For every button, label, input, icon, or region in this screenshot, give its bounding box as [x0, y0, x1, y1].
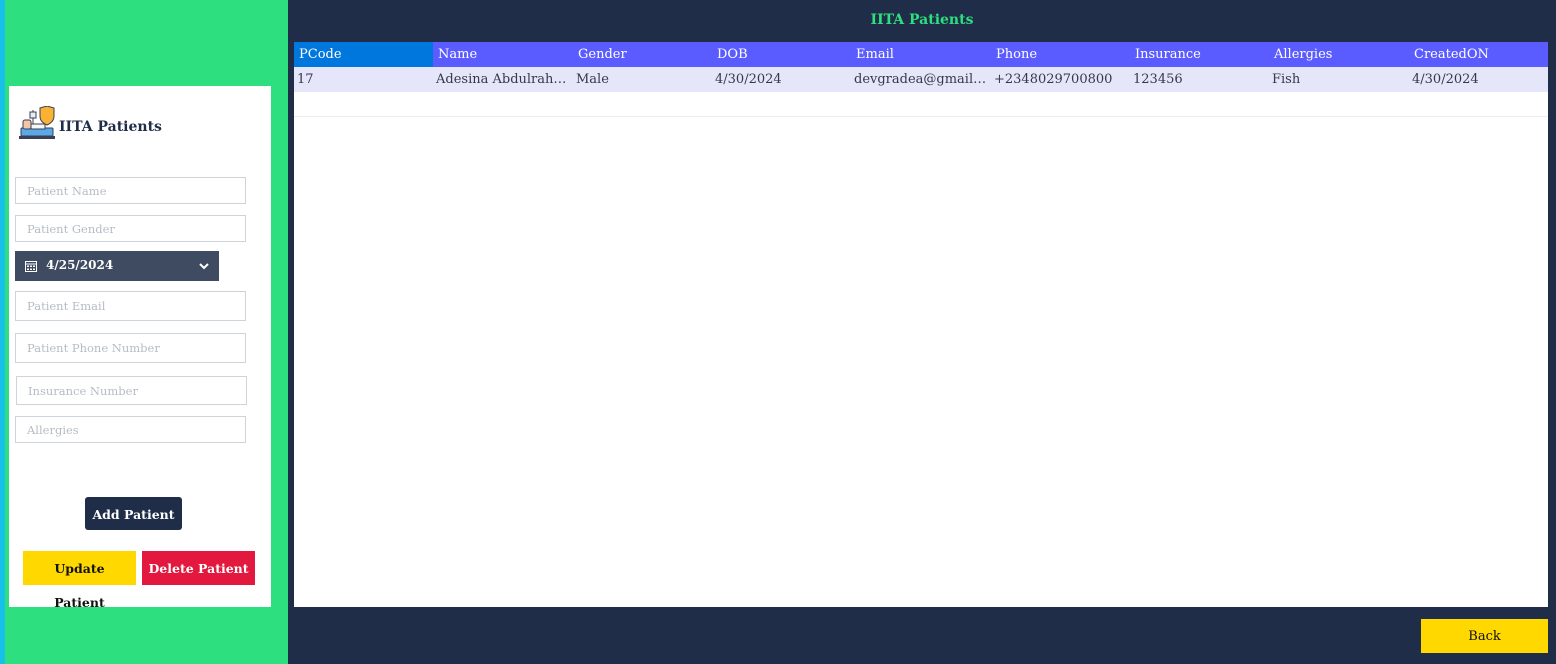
column-header-email[interactable]: Email — [851, 42, 991, 67]
dob-date-picker[interactable]: 4/25/2024 — [15, 251, 219, 281]
patient-phone-input[interactable] — [15, 333, 246, 363]
cell-phone[interactable]: +2348029700800 — [991, 67, 1130, 92]
patient-name-input[interactable] — [15, 177, 246, 204]
cell-createdon[interactable]: 4/30/2024 — [1409, 67, 1548, 92]
update-patient-button[interactable]: Update Patient — [23, 551, 136, 610]
patient-bed-shield-icon — [19, 106, 55, 139]
column-header-pcode[interactable]: PCode — [294, 42, 433, 67]
table-header: PCode Name Gender DOB Email Phone Insura… — [294, 42, 1548, 67]
page-title: IITA Patients — [870, 12, 974, 28]
column-header-createdon[interactable]: CreatedON — [1409, 42, 1548, 67]
brand-title: IITA Patients — [59, 119, 162, 135]
column-header-name[interactable]: Name — [433, 42, 573, 67]
cell-pcode[interactable]: 17 — [294, 67, 433, 92]
allergies-input[interactable] — [15, 416, 246, 443]
cell-name[interactable]: Adesina Abdulrahm... — [433, 67, 570, 92]
column-header-allergies[interactable]: Allergies — [1269, 42, 1409, 67]
column-header-gender[interactable]: Gender — [573, 42, 712, 67]
patient-email-input[interactable] — [15, 291, 246, 321]
cell-gender[interactable]: Male — [573, 67, 712, 92]
new-row-divider — [294, 116, 1548, 117]
table-row[interactable]: 17 Adesina Abdulrahm... Male 4/30/2024 d… — [294, 67, 1548, 92]
cell-allergies[interactable]: Fish — [1269, 67, 1409, 92]
cell-insurance[interactable]: 123456 — [1130, 67, 1269, 92]
chevron-down-icon[interactable] — [199, 261, 209, 271]
column-header-phone[interactable]: Phone — [991, 42, 1130, 67]
patients-table[interactable]: PCode Name Gender DOB Email Phone Insura… — [294, 42, 1548, 607]
column-header-dob[interactable]: DOB — [712, 42, 851, 67]
column-header-insurance[interactable]: Insurance — [1130, 42, 1269, 67]
patient-gender-input[interactable] — [15, 215, 246, 242]
back-button[interactable]: Back — [1421, 619, 1548, 653]
cell-dob[interactable]: 4/30/2024 — [712, 67, 851, 92]
patient-form-card: IITA Patients 4/25/2024 Add Patient Upda… — [9, 86, 271, 610]
calendar-icon — [25, 261, 37, 272]
dob-value: 4/25/2024 — [46, 258, 114, 272]
cell-email[interactable]: devgradea@gmail.c... — [851, 67, 989, 92]
sidebar: IITA Patients 4/25/2024 Add Patient Upda… — [5, 0, 288, 664]
insurance-number-input[interactable] — [16, 376, 247, 405]
add-patient-button[interactable]: Add Patient — [85, 497, 182, 530]
delete-patient-button[interactable]: Delete Patient — [142, 551, 255, 585]
